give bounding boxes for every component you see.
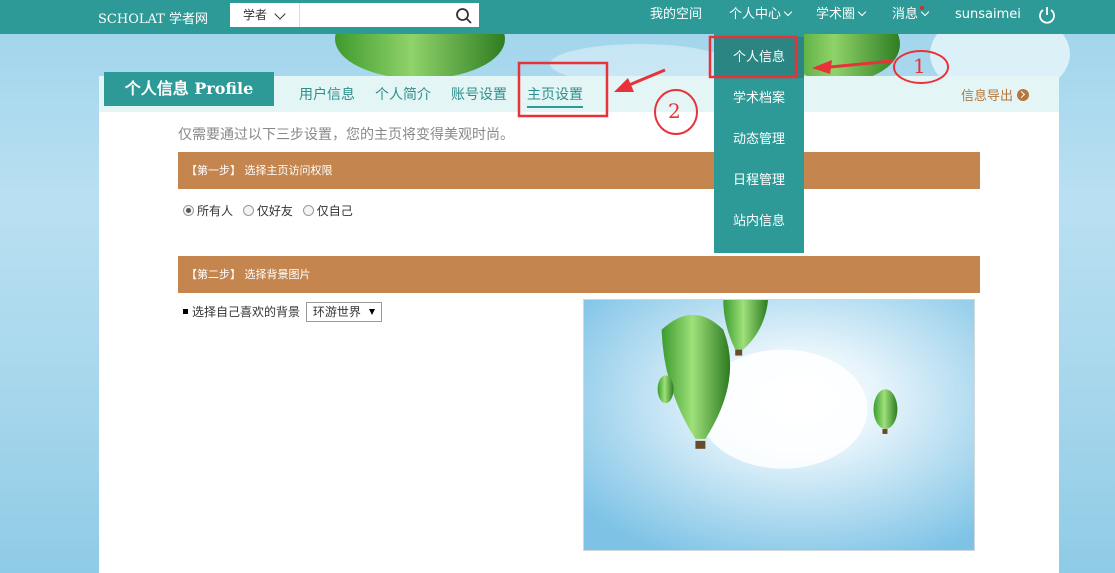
nav-academic-circle-label: 学术圈: [816, 7, 856, 22]
intro-text: 仅需要通过以下三步设置，您的主页将变得美观时尚。: [178, 127, 514, 143]
export-info-link[interactable]: 信息导出: [961, 85, 1030, 104]
background-selected-value: 环游世界: [312, 305, 361, 319]
chevron-down-icon: [783, 7, 793, 17]
dropdown-item-schedule-management[interactable]: 日程管理: [714, 160, 804, 201]
profile-settings-panel: 用户信息 个人简介 账号设置 主页设置 信息导出 个人信息 Profile 仅需…: [99, 72, 1059, 573]
export-info-label: 信息导出: [961, 89, 1014, 104]
nav-academic-circle[interactable]: 学术圈: [816, 0, 867, 34]
nav-username[interactable]: sunsaimei: [955, 0, 1021, 34]
background-select-row: 选择自己喜欢的背景 环游世界: [183, 302, 382, 322]
nav-my-space[interactable]: 我的空间: [650, 0, 702, 34]
search-type-label: 学者: [243, 8, 268, 22]
top-navigation-bar: SCHOLAT 学者网 学者 我的空间 个人中心 学术圈 消息 sunsaime…: [0, 0, 1115, 34]
step2-header: 【第二步】 选择背景图片: [178, 256, 980, 293]
tab-bio[interactable]: 个人简介: [375, 84, 431, 104]
tab-homepage-settings[interactable]: 主页设置: [527, 84, 583, 108]
background-select[interactable]: 环游世界: [305, 302, 382, 322]
page-title: 个人信息 Profile: [104, 72, 274, 106]
radio-self-only[interactable]: 仅自己: [302, 202, 353, 219]
radio-unchecked-icon: [302, 205, 314, 216]
step1-header: 【第一步】 选择主页访问权限: [178, 152, 980, 189]
tab-user-info[interactable]: 用户信息: [299, 84, 355, 104]
radio-label: 仅自己: [316, 204, 353, 218]
nav-messages-label: 消息: [892, 7, 919, 22]
search-box: 学者: [230, 3, 479, 27]
power-icon[interactable]: [1037, 5, 1057, 25]
chevron-down-icon: [857, 7, 867, 17]
arrow-right-circle-icon: [1017, 89, 1030, 101]
dropdown-item-personal-info[interactable]: 个人信息: [714, 37, 804, 78]
dropdown-item-academic-archive[interactable]: 学术档案: [714, 78, 804, 119]
chevron-down-icon: [274, 8, 286, 20]
tab-account-settings[interactable]: 账号设置: [451, 84, 507, 104]
radio-everyone[interactable]: 所有人: [183, 202, 233, 219]
nav-messages[interactable]: 消息: [892, 0, 930, 34]
nav-personal-center-label: 个人中心: [729, 7, 782, 22]
background-preview-image: [583, 299, 975, 551]
dropdown-item-activity-management[interactable]: 动态管理: [714, 119, 804, 160]
search-type-select[interactable]: 学者: [230, 3, 300, 27]
site-logo[interactable]: SCHOLAT 学者网: [98, 8, 208, 27]
visibility-radio-group: 所有人 仅好友 仅自己: [183, 202, 359, 219]
radio-checked-icon: [183, 205, 194, 216]
background-label: 选择自己喜欢的背景: [192, 305, 301, 319]
personal-center-dropdown: 个人信息 学术档案 动态管理 日程管理 站内信息: [714, 34, 804, 253]
radio-friends-only[interactable]: 仅好友: [242, 202, 293, 219]
bullet-square-icon: [183, 309, 188, 314]
caret-down-icon: [368, 309, 375, 315]
search-input[interactable]: [301, 3, 451, 27]
radio-unchecked-icon: [242, 205, 254, 216]
radio-label: 仅好友: [256, 204, 293, 218]
radio-label: 所有人: [197, 204, 234, 218]
unread-dot-icon: [920, 6, 924, 10]
dropdown-item-site-messages[interactable]: 站内信息: [714, 201, 804, 242]
search-icon[interactable]: [455, 7, 473, 25]
nav-personal-center[interactable]: 个人中心: [729, 0, 793, 34]
